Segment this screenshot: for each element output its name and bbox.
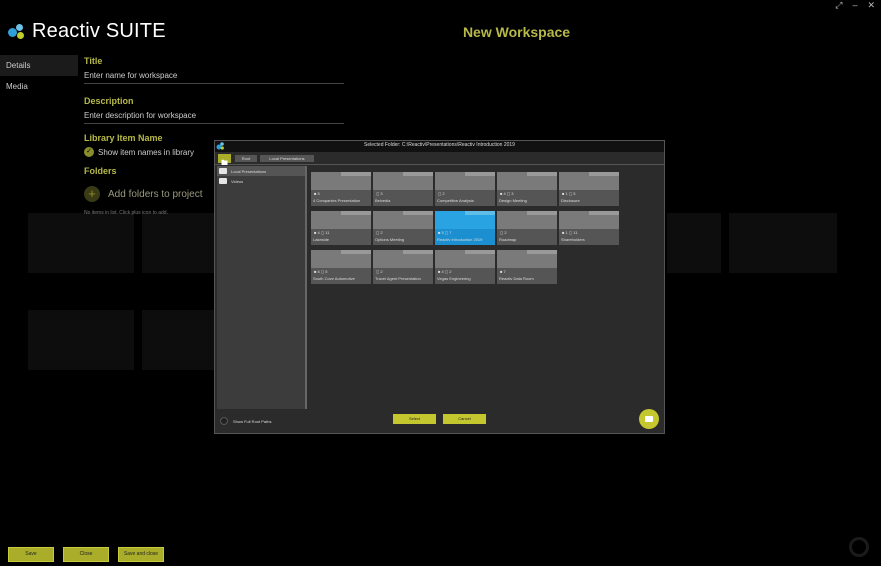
- gear-icon[interactable]: [849, 537, 869, 557]
- cancel-button[interactable]: Cancel: [443, 414, 486, 424]
- show-names-label: Show item names in library: [98, 147, 195, 157]
- folder-tile[interactable]: ■ 7 Reactiv Data Room: [497, 250, 557, 284]
- dialog-title: Selected Folder: C:\Reactiv\Presentation…: [364, 142, 515, 148]
- tree-item-label: Local Presentations: [231, 168, 267, 174]
- tile-name: 4 Companies Presentation: [313, 198, 361, 203]
- folder-icon: [219, 178, 227, 184]
- folder-tile[interactable]: ■ 6 ◻ 5 South Cove Automotive: [311, 250, 371, 284]
- bg-tile: [142, 310, 214, 370]
- plus-icon: +: [84, 186, 100, 202]
- tile-counts: ■ 4 ◻ 11: [314, 230, 330, 235]
- tile-counts: ■ 4 ◻ 3: [500, 191, 514, 196]
- folder-icon: [645, 416, 653, 422]
- description-input[interactable]: Enter description for workspace: [84, 109, 344, 124]
- tile-counts: ■ 1 ◻ 5: [562, 191, 576, 196]
- breadcrumb-root[interactable]: Root: [235, 155, 257, 162]
- tile-name: Disclosure: [561, 198, 580, 203]
- tile-name: Reactiv Data Room: [499, 276, 534, 281]
- page-title: New Workspace: [462, 24, 571, 40]
- tile-name: Travel Agent Presentation: [375, 276, 421, 281]
- folder-tile[interactable]: ◻ 2 Roadmap: [497, 211, 557, 245]
- close-icon[interactable]: ✕: [867, 0, 875, 11]
- tile-counts: ◻ 2: [376, 269, 383, 274]
- tile-counts: ■ 5: [314, 191, 320, 196]
- tile-counts: ■ 6 ◻ 5: [314, 269, 328, 274]
- description-label: Description: [84, 96, 134, 106]
- tile-counts: ◻ 2: [500, 230, 507, 235]
- tile-counts: ■ 7: [500, 269, 506, 274]
- minimize-icon[interactable]: –: [852, 0, 857, 11]
- bg-tile: [667, 213, 721, 273]
- folder-tile[interactable]: ■ 1 ◻ 5 Disclosure: [559, 172, 619, 206]
- tile-counts: ◻ 3: [376, 191, 383, 196]
- tile-name: Lakeside: [313, 237, 330, 242]
- title-label: Title: [84, 56, 103, 66]
- save-close-button[interactable]: Save and close: [118, 547, 164, 562]
- folder-tile[interactable]: ◻ 2 Options Meeting: [373, 211, 433, 245]
- folder-tile-selected[interactable]: ■ 5 ◻ 7 Reactiv Introduction 2019: [435, 211, 495, 245]
- folder-tile[interactable]: ■ 4 ◻ 2 Vegas Engineering: [435, 250, 495, 284]
- tile-name: Belvedia: [375, 198, 391, 203]
- tile-name: Vegas Engineering: [437, 276, 471, 281]
- tile-name: Design Meeting: [499, 198, 527, 203]
- tree-item-videos[interactable]: Videos: [217, 176, 305, 186]
- resize-icon[interactable]: ⤢: [835, 0, 842, 11]
- tree-item-label: Videos: [231, 178, 244, 184]
- tile-name: Reactiv Introduction 2019: [437, 237, 483, 242]
- save-button[interactable]: Save: [8, 547, 54, 562]
- tile-name: Options Meeting: [375, 237, 405, 242]
- tile-counts: ■ 4 ◻ 2: [438, 269, 452, 274]
- bg-tile: [142, 213, 214, 273]
- dialog-titlebar: Selected Folder: C:\Reactiv\Presentation…: [215, 141, 664, 152]
- folder-picker-dialog: Selected Folder: C:\Reactiv\Presentation…: [214, 140, 665, 434]
- show-full-root-paths-label: Show Full Root Paths: [233, 418, 272, 424]
- add-folders-label: Add folders to project: [108, 188, 203, 200]
- tile-name: Competitive Analysis: [437, 198, 474, 203]
- nav-item-details[interactable]: Details: [0, 55, 78, 76]
- tile-name: Roadmap: [499, 237, 517, 242]
- new-folder-button[interactable]: [639, 409, 659, 429]
- home-folder-button[interactable]: [218, 154, 231, 165]
- folder-tile[interactable]: ■ 5 4 Companies Presentation: [311, 172, 371, 206]
- check-icon: ✓: [84, 147, 94, 157]
- tile-name: Shareholders: [561, 237, 585, 242]
- bg-tile: [729, 213, 837, 273]
- tile-counts: ◻ 2: [438, 191, 445, 196]
- folder-icon: [219, 168, 227, 174]
- toggle-dot-icon: [220, 417, 228, 425]
- folder-tile[interactable]: ■ 4 ◻ 3 Design Meeting: [497, 172, 557, 206]
- folder-tile[interactable]: ■ 1 ◻ 11 Shareholders: [559, 211, 619, 245]
- folder-tile[interactable]: ◻ 2 Competitive Analysis: [435, 172, 495, 206]
- tile-name: South Cove Automotive: [313, 276, 355, 281]
- folder-tile[interactable]: ◻ 2 Travel Agent Presentation: [373, 250, 433, 284]
- close-button[interactable]: Close: [63, 547, 109, 562]
- title-input[interactable]: Enter name for workspace: [84, 69, 344, 84]
- tile-counts: ■ 5 ◻ 7: [438, 230, 452, 235]
- nav-item-media[interactable]: Media: [0, 76, 78, 97]
- bg-tile: [28, 310, 134, 370]
- folder-tile[interactable]: ◻ 3 Belvedia: [373, 172, 433, 206]
- bg-tile: [28, 213, 134, 273]
- select-button[interactable]: Select: [393, 414, 436, 424]
- tile-counts: ◻ 2: [376, 230, 383, 235]
- breadcrumb: Root Local Presentations: [215, 153, 664, 165]
- window-controls: ⤢ – ✕: [835, 0, 875, 11]
- folder-tile[interactable]: ■ 4 ◻ 11 Lakeside: [311, 211, 371, 245]
- folder-tree: Local Presentations Videos: [217, 166, 307, 409]
- breadcrumb-local-presentations[interactable]: Local Presentations: [260, 155, 314, 162]
- side-nav: Details Media: [0, 55, 78, 97]
- tile-counts: ■ 1 ◻ 11: [562, 230, 578, 235]
- tree-item-local-presentations[interactable]: Local Presentations: [217, 166, 305, 176]
- show-full-root-paths-toggle[interactable]: Show Full Root Paths: [220, 417, 271, 425]
